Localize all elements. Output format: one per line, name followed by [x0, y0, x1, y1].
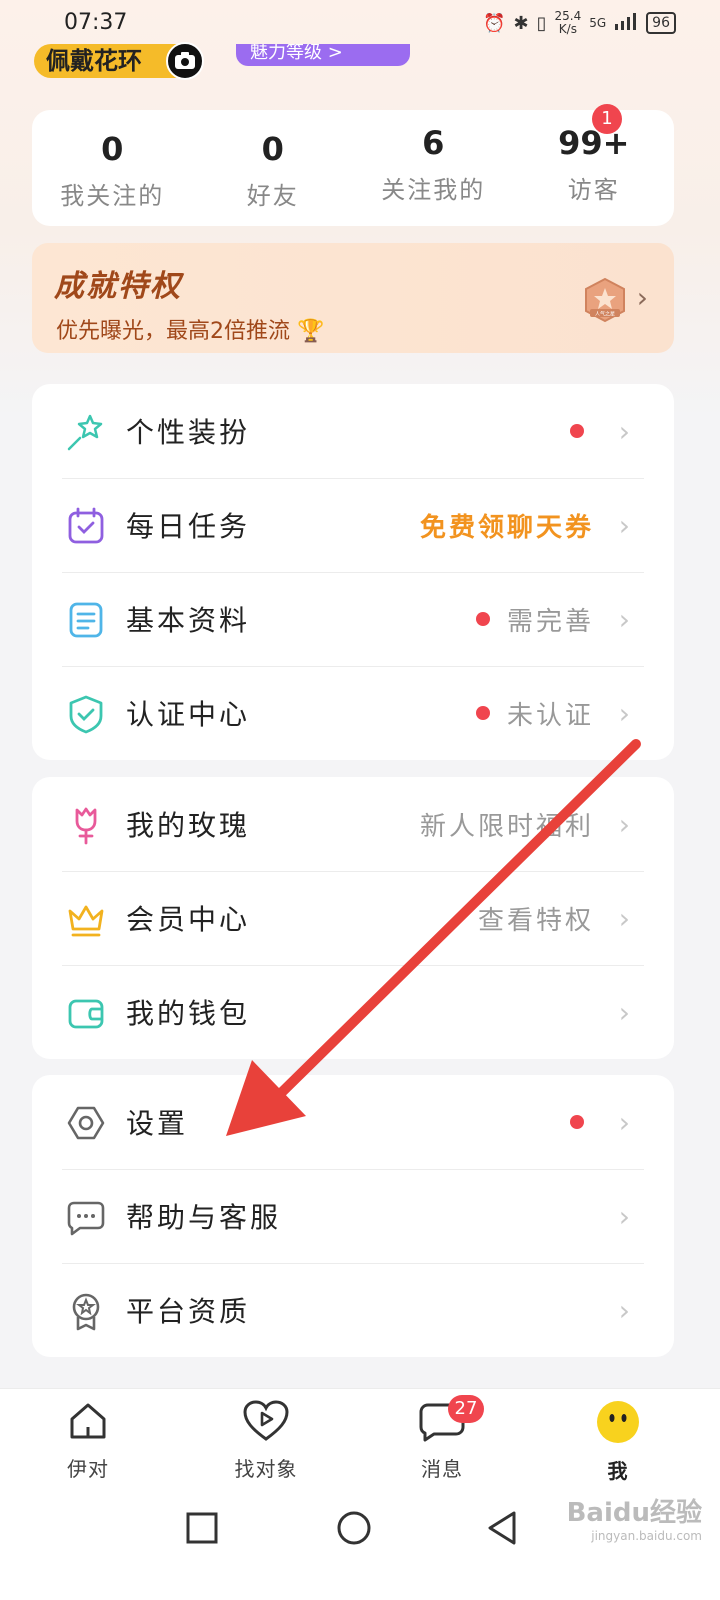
- battery-indicator: 96: [646, 12, 676, 34]
- red-dot: [570, 1115, 584, 1129]
- chevron-right-icon: ›: [618, 1293, 630, 1327]
- shield-check-icon: [69, 695, 103, 734]
- stat-followers[interactable]: 6 关注我的: [353, 110, 514, 226]
- signal-icon: [614, 12, 638, 35]
- menu-item-basic-info[interactable]: 基本资料 需完善 ›: [32, 572, 674, 666]
- chevron-right-icon: ›: [618, 901, 630, 935]
- medal-text: 人气之星: [595, 311, 615, 318]
- roses-promo: 新人限时福利: [419, 811, 594, 842]
- bluetooth-icon: ✱: [513, 12, 529, 34]
- heart-play-icon: [243, 1400, 289, 1441]
- chevron-right-icon: ›: [618, 508, 630, 542]
- crown-icon: [68, 905, 104, 937]
- alarm-icon: ⏰: [483, 12, 506, 34]
- basic-info-status: 需完善: [506, 606, 594, 637]
- stats-card: 0 我关注的 0 好友 6 关注我的 99+ 访客: [32, 110, 674, 226]
- red-dot: [570, 424, 584, 438]
- tab-home[interactable]: 伊对: [28, 1399, 148, 1482]
- signal-type: 5G: [589, 16, 607, 30]
- charm-level-pill[interactable]: 魅力等级 >: [236, 44, 410, 66]
- chevron-right-icon: ›: [618, 807, 630, 841]
- chevron-right-icon: ›: [618, 995, 630, 1029]
- baidu-watermark: Baidu经验 jingyan.baidu.com: [566, 1498, 702, 1543]
- bottom-tab-bar: 伊对 找对象 27 消息 我: [0, 1388, 720, 1485]
- chevron-right-icon: ›: [618, 1105, 630, 1139]
- achievement-subtitle: 优先曝光，最高2倍推流 🏆: [56, 319, 325, 344]
- menu-item-help[interactable]: 帮助与客服 ›: [32, 1169, 674, 1263]
- menu-item-wallet[interactable]: 我的钱包 ›: [32, 965, 674, 1059]
- status-bar: 07:37 ⏰ ✱ ▯ 25.4 K/s 5G 96: [0, 0, 720, 48]
- back-icon[interactable]: [486, 1510, 518, 1546]
- stat-friends[interactable]: 0 好友: [193, 110, 354, 226]
- chevron-right-icon: ›: [618, 414, 630, 448]
- settings-hex-icon: [67, 1106, 105, 1140]
- red-dot: [476, 706, 490, 720]
- vibrate-icon: ▯: [536, 12, 547, 34]
- red-dot: [476, 612, 490, 626]
- chevron-right-icon: ›: [618, 602, 630, 636]
- stat-following[interactable]: 0 我关注的: [32, 110, 193, 226]
- menu-item-verification[interactable]: 认证中心 未认证 ›: [32, 666, 674, 760]
- chat-bubble-icon: [67, 1201, 105, 1236]
- chevron-right-icon: ›: [636, 281, 648, 314]
- home-circle-icon[interactable]: [336, 1510, 372, 1546]
- menu-item-daily-tasks[interactable]: 每日任务 免费领聊天券 ›: [32, 478, 674, 572]
- wand-icon: [67, 414, 103, 451]
- chevron-right-icon: ›: [618, 1199, 630, 1233]
- status-icons: ⏰ ✱ ▯ 25.4 K/s 5G 96: [483, 10, 676, 36]
- vip-link-text: 查看特权: [477, 905, 594, 936]
- trophy-icon: 🏆: [297, 319, 325, 344]
- menu-item-roses[interactable]: 我的玫瑰 新人限时福利 ›: [32, 777, 674, 871]
- rose-icon: [75, 807, 97, 845]
- menu-group-wallet: 我的玫瑰 新人限时福利 › 会员中心 查看特权 › 我的钱包 ›: [32, 777, 674, 1059]
- medal-icon: 人气之星: [582, 277, 628, 327]
- message-count-badge: 27: [448, 1395, 484, 1423]
- achievement-title: 成就特权: [54, 269, 182, 304]
- document-icon: [69, 602, 103, 638]
- menu-group-settings: 设置 › 帮助与客服 › 平台资质 ›: [32, 1075, 674, 1357]
- net-speed: 25.4 K/s: [554, 9, 582, 36]
- daily-tasks-promo: 免费领聊天券: [419, 512, 594, 543]
- menu-group-profile: 个性装扮 › 每日任务 免费领聊天券 › 基本资料 需完善 › 认证中心 未认证…: [32, 384, 674, 760]
- camera-icon: [175, 52, 195, 69]
- menu-item-dressup[interactable]: 个性装扮 ›: [32, 384, 674, 478]
- verification-status: 未认证: [506, 700, 594, 731]
- camera-button[interactable]: [166, 42, 204, 80]
- chevron-right-icon: ›: [618, 696, 630, 730]
- face-icon: [597, 1401, 639, 1443]
- achievement-banner[interactable]: 成就特权 优先曝光，最高2倍推流 🏆 人气之星 ›: [32, 243, 674, 353]
- tab-messages[interactable]: 27 消息: [382, 1395, 502, 1482]
- menu-item-settings[interactable]: 设置 ›: [32, 1075, 674, 1169]
- calendar-check-icon: [68, 507, 104, 544]
- recent-apps-icon[interactable]: [186, 1512, 218, 1544]
- tab-find-match[interactable]: 找对象: [206, 1399, 326, 1482]
- status-time: 07:37: [64, 10, 128, 35]
- menu-item-qualification[interactable]: 平台资质 ›: [32, 1263, 674, 1357]
- tab-me[interactable]: 我: [558, 1399, 678, 1484]
- menu-item-vip[interactable]: 会员中心 查看特权 ›: [32, 871, 674, 965]
- certificate-icon: [72, 1293, 100, 1331]
- home-icon: [70, 1403, 106, 1439]
- visitor-count-badge: 1: [592, 104, 622, 134]
- wallet-icon: [68, 999, 104, 1029]
